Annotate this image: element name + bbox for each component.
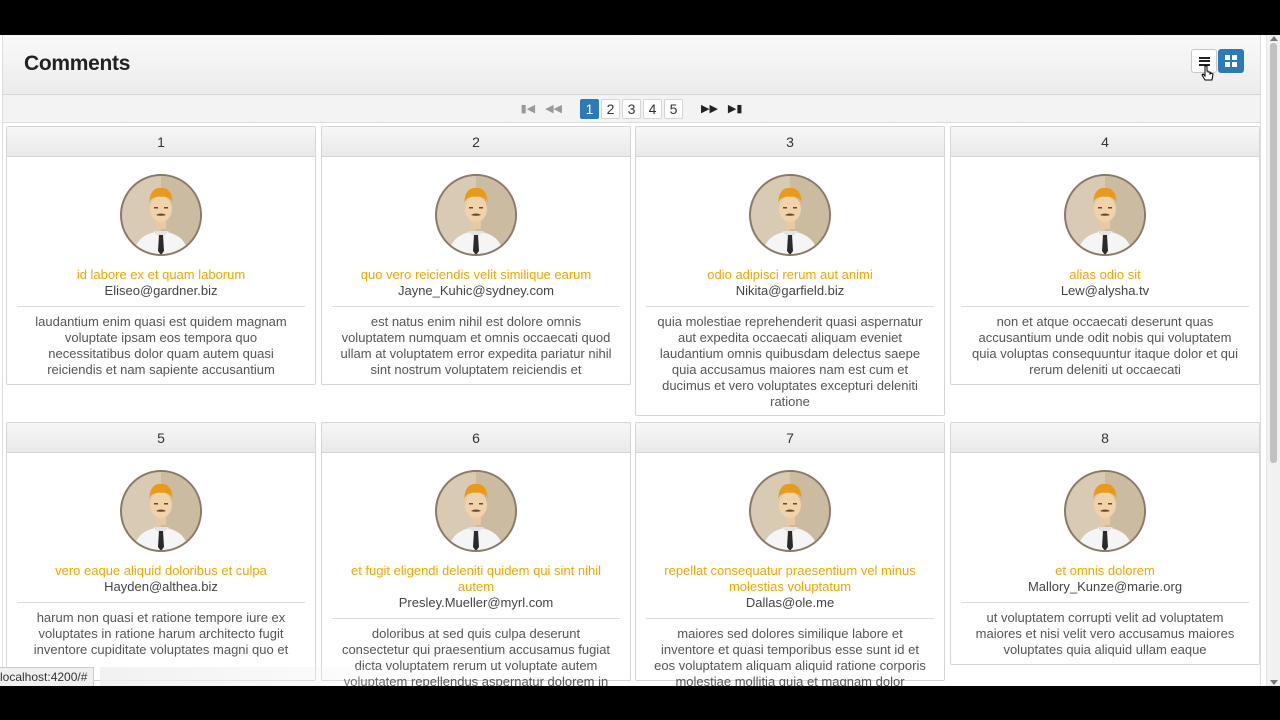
comment-name: vero eaque aliquid doloribus et culpa xyxy=(55,563,267,578)
divider xyxy=(332,618,620,619)
comment-card: 4 alias odio sit Lew@alysha.tv non et atqu… xyxy=(950,126,1260,385)
mouse-pointer-icon xyxy=(1201,65,1214,81)
previous-page-button[interactable]: ◀◀ xyxy=(541,99,566,119)
comment-card: 8 et omnis dolorem Mallory_Kunze@marie.or… xyxy=(950,422,1260,665)
scroll-down-icon[interactable] xyxy=(1270,680,1278,685)
scrollbar-thumb[interactable] xyxy=(1270,43,1277,463)
user-avatar-icon xyxy=(1063,469,1147,553)
page-button-1[interactable]: 1 xyxy=(580,98,599,119)
comment-name: id labore ex et quam laborum xyxy=(76,267,246,282)
user-avatar-icon xyxy=(434,469,518,553)
page-button-4[interactable]: 4 xyxy=(643,98,662,119)
browser-viewport: Comments ▮◀ ◀◀ 1 2 3 4 5 ▶▶ ▶▮ 1 id labo… xyxy=(0,35,1280,686)
divider xyxy=(646,306,934,307)
page-button-5[interactable]: 5 xyxy=(664,98,683,119)
vertical-scrollbar[interactable] xyxy=(1266,35,1280,686)
comment-id: 7 xyxy=(636,423,944,453)
page-title: Comments xyxy=(24,52,131,75)
comment-name: et omnis dolorem xyxy=(1055,563,1155,578)
divider xyxy=(646,618,934,619)
comment-name: odio adipisci rerum aut animi xyxy=(707,267,873,282)
comment-name: alias odio sit xyxy=(1069,267,1141,282)
comment-body: est natus enim nihil est dolore omnis vo… xyxy=(340,314,612,377)
page-button-2[interactable]: 2 xyxy=(601,98,620,119)
grid-view-button[interactable] xyxy=(1218,49,1244,73)
comment-name: et fugit eligendi deleniti quidem qui si… xyxy=(350,563,602,594)
comment-body: ut voluptatem corrupti velit ad voluptat… xyxy=(975,610,1235,657)
user-avatar-icon xyxy=(434,173,518,257)
user-avatar-icon xyxy=(748,173,832,257)
comment-body: maiores sed dolores similique labore et … xyxy=(654,626,926,686)
comment-id: 1 xyxy=(7,127,315,157)
comment-email: Lew@alysha.tv xyxy=(1060,283,1150,298)
comment-body: non et atque occaecati deserunt quas acc… xyxy=(972,314,1238,377)
comment-email: Mallory_Kunze@marie.org xyxy=(1027,579,1183,594)
user-avatar-icon xyxy=(748,469,832,553)
grid-view-icon xyxy=(1225,55,1237,67)
comment-id: 6 xyxy=(322,423,630,453)
divider xyxy=(17,306,305,307)
divider xyxy=(961,306,1249,307)
comment-name: repellat consequatur praesentium vel min… xyxy=(664,563,916,594)
last-page-button[interactable]: ▶▮ xyxy=(724,99,747,119)
comment-id: 2 xyxy=(322,127,630,157)
comment-card: 5 vero eaque aliquid doloribus et culpa H… xyxy=(6,422,316,681)
comment-body: harum non quasi et ratione tempore iure … xyxy=(33,610,289,657)
comment-email: Jayne_Kuhic@sydney.com xyxy=(397,283,555,298)
comment-card: 7 repellat consequatur praesentium vel m… xyxy=(635,422,945,686)
comment-body: quia molestiae reprehenderit quasi asper… xyxy=(657,314,923,409)
comment-card: 2 quo vero reiciendis velit similique ea… xyxy=(321,126,631,385)
comment-card: 3 odio adipisci rerum aut animi Nikita@ga… xyxy=(635,126,945,416)
divider xyxy=(17,602,305,603)
comment-body: laudantium enim quasi est quidem magnam … xyxy=(35,314,287,377)
panel-header: Comments xyxy=(3,35,1260,95)
comment-card: 6 et fugit eligendi deleniti quidem qui … xyxy=(321,422,631,686)
comment-email: Nikita@garfield.biz xyxy=(735,283,845,298)
comments-panel: Comments ▮◀ ◀◀ 1 2 3 4 5 ▶▶ ▶▮ 1 id labo… xyxy=(2,35,1261,686)
divider xyxy=(332,306,620,307)
comment-email: Eliseo@gardner.biz xyxy=(104,283,218,298)
status-bar-url: localhost:4200/# xyxy=(0,667,95,686)
comment-card: 1 id labore ex et quam laborum Eliseo@gar… xyxy=(6,126,316,385)
comment-id: 3 xyxy=(636,127,944,157)
comment-id: 5 xyxy=(7,423,315,453)
first-page-button[interactable]: ▮◀ xyxy=(517,99,540,119)
comment-email: Presley.Mueller@myrl.com xyxy=(398,595,554,610)
comment-id: 4 xyxy=(951,127,1259,157)
scroll-up-icon[interactable] xyxy=(1270,36,1278,41)
user-avatar-icon xyxy=(119,469,203,553)
user-avatar-icon xyxy=(119,173,203,257)
page-button-3[interactable]: 3 xyxy=(622,98,641,119)
paginator: ▮◀ ◀◀ 1 2 3 4 5 ▶▶ ▶▮ xyxy=(3,95,1260,123)
comment-email: Hayden@althea.biz xyxy=(104,579,218,594)
comment-id: 8 xyxy=(951,423,1259,453)
comment-email: Dallas@ole.me xyxy=(745,595,835,610)
user-avatar-icon xyxy=(1063,173,1147,257)
divider xyxy=(961,602,1249,603)
comment-name: quo vero reiciendis velit similique earu… xyxy=(360,267,592,282)
next-page-button[interactable]: ▶▶ xyxy=(697,99,722,119)
